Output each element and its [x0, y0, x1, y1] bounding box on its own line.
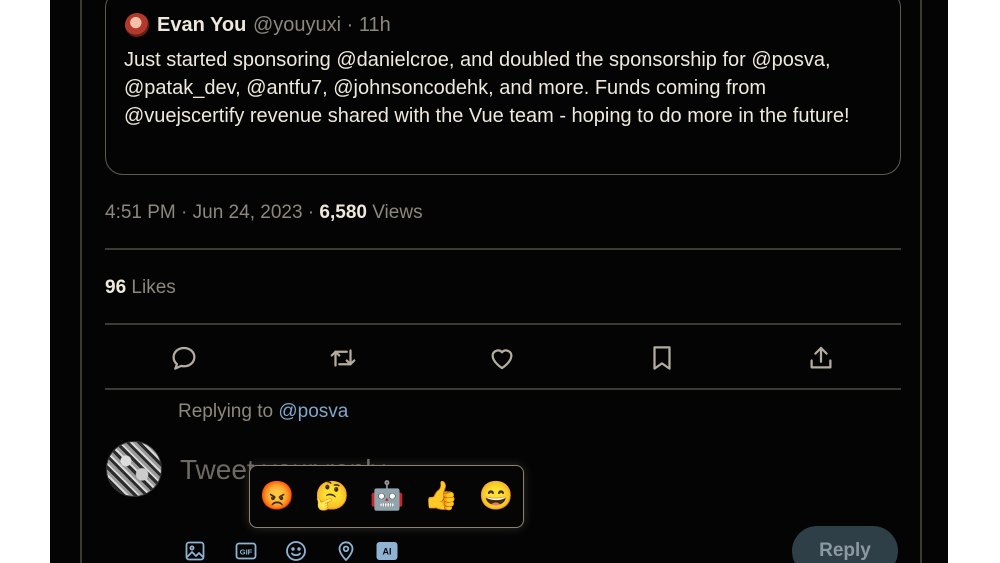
divider	[105, 388, 901, 390]
ai-label: AI	[383, 547, 392, 557]
tweet-meta: 4:51 PM · Jun 24, 2023 · 6,580 Views	[105, 201, 423, 225]
quoted-author-avatar[interactable]	[125, 13, 149, 37]
retweet-icon[interactable]	[328, 343, 358, 373]
tweet-timestamp[interactable]: 4:51 PM · Jun 24, 2023 ·	[105, 202, 319, 223]
gif-icon[interactable]: GIF	[234, 539, 258, 563]
quoted-author-name[interactable]: Evan You	[157, 13, 246, 37]
emoji-suggestion-grin[interactable]: 😄	[476, 478, 516, 514]
ai-icon[interactable]: AI	[375, 539, 399, 563]
emoji-suggestion-angry[interactable]: 😡	[257, 478, 297, 514]
like-icon[interactable]	[487, 343, 517, 373]
quoted-author-handle-time: @youyuxi · 11h	[253, 14, 391, 36]
replying-to-label: Replying to	[178, 401, 279, 422]
column-border-left	[80, 0, 82, 563]
emoji-suggestion-thinking[interactable]: 🤔	[312, 478, 352, 514]
emoji-suggestion-robot[interactable]: 🤖	[367, 478, 407, 514]
replying-to: Replying to @posva	[178, 400, 348, 424]
views-label: Views	[366, 202, 423, 223]
replying-to-mention[interactable]: @posva	[278, 401, 348, 422]
quoted-tweet-text: Just started sponsoring @danielcroe, and…	[124, 49, 850, 127]
likes-stat[interactable]: 96 Likes	[105, 276, 176, 300]
gif-label: GIF	[240, 548, 253, 557]
column-border-right	[920, 0, 922, 563]
likes-label: Likes	[126, 277, 176, 298]
emoji-icon[interactable]	[284, 539, 308, 563]
emoji-suggestion-thumbs-up[interactable]: 👍	[421, 478, 461, 514]
image-icon[interactable]	[183, 539, 207, 563]
divider	[105, 248, 901, 250]
share-icon[interactable]	[806, 343, 836, 373]
location-icon[interactable]	[334, 539, 358, 563]
reply-button[interactable]: Reply	[792, 526, 898, 563]
bookmark-icon[interactable]	[647, 343, 677, 373]
reply-icon[interactable]	[169, 343, 199, 373]
views-count: 6,580	[319, 202, 367, 223]
divider	[105, 323, 901, 325]
likes-count: 96	[105, 277, 127, 298]
user-avatar[interactable]	[106, 441, 162, 497]
